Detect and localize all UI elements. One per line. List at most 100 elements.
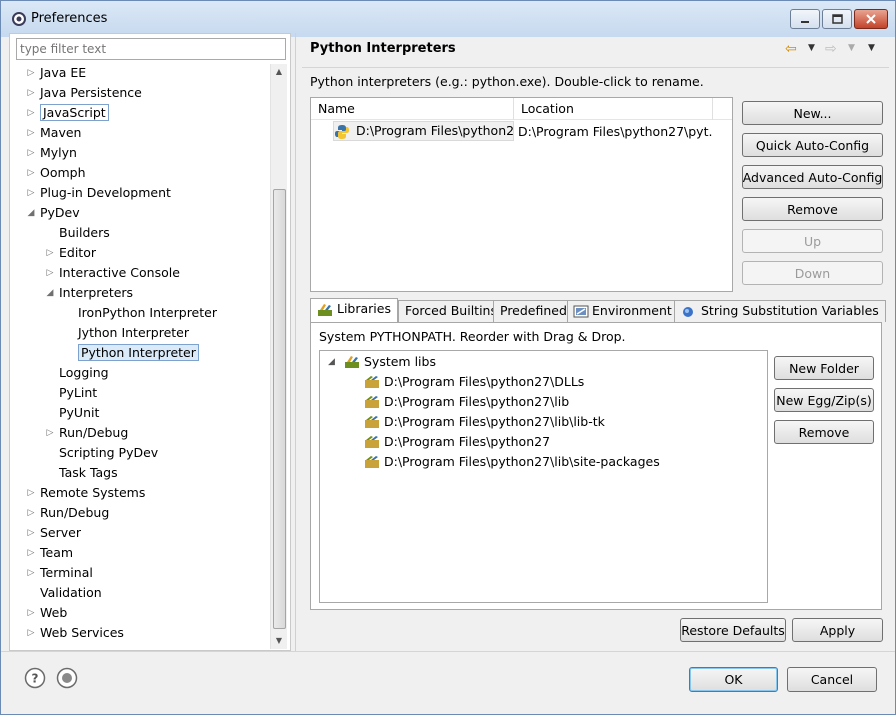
column-name[interactable]: Name <box>311 98 514 120</box>
tree-item[interactable]: ▷ Interactive Console <box>47 263 180 283</box>
tree-item[interactable]: ▷ Java Persistence <box>28 83 142 103</box>
forward-arrow-icon[interactable]: ⇨ <box>825 41 837 57</box>
ok-button[interactable]: OK <box>689 667 778 692</box>
collapsed-arrow-icon[interactable]: ▷ <box>44 423 56 443</box>
tree-item-label: Scripting PyDev <box>59 445 159 460</box>
tree-item[interactable]: PyLint <box>59 383 97 403</box>
collapsed-arrow-icon[interactable]: ▷ <box>25 503 37 523</box>
collapsed-arrow-icon[interactable]: ▷ <box>25 483 37 503</box>
tree-item-label: Editor <box>59 245 96 260</box>
back-dropdown-icon[interactable]: ▼ <box>808 43 815 53</box>
tab-predefined[interactable]: Predefined <box>493 300 574 322</box>
close-button[interactable] <box>854 9 888 29</box>
collapsed-arrow-icon[interactable]: ▷ <box>25 563 37 583</box>
tree-item[interactable]: ▷ Editor <box>47 243 96 263</box>
tree-item[interactable]: ▷ Web <box>28 603 68 623</box>
tab-libraries[interactable]: Libraries <box>310 298 398 323</box>
tree-item[interactable]: ▷ Mylyn <box>28 143 77 163</box>
up-button[interactable]: Up <box>742 229 883 253</box>
tree-item[interactable]: ▷ Server <box>28 523 81 543</box>
tree-item[interactable]: Logging <box>59 363 109 383</box>
new-folder-button[interactable]: New Folder <box>774 356 874 380</box>
back-arrow-icon[interactable]: ⇦ <box>785 41 797 57</box>
tab-forced-builtins[interactable]: Forced Builtins <box>398 300 504 322</box>
cancel-button[interactable]: Cancel <box>787 667 877 692</box>
remove-interpreter-button[interactable]: Remove <box>742 197 883 221</box>
collapsed-arrow-icon[interactable]: ▷ <box>44 263 56 283</box>
tree-item[interactable]: ▷ Plug-in Development <box>28 183 171 203</box>
collapsed-arrow-icon[interactable]: ▷ <box>25 163 37 183</box>
tree-item[interactable]: Builders <box>59 223 110 243</box>
collapsed-arrow-icon[interactable]: ▷ <box>25 63 37 83</box>
tree-item[interactable]: ▷ JavaScript <box>28 103 109 123</box>
collapsed-arrow-icon[interactable]: ▷ <box>25 183 37 203</box>
new-egg-zip-button[interactable]: New Egg/Zip(s) <box>774 388 874 412</box>
down-button[interactable]: Down <box>742 261 883 285</box>
tree-item[interactable]: Jython Interpreter <box>78 323 189 343</box>
new-interpreter-button[interactable]: New... <box>742 101 883 125</box>
collapsed-arrow-icon[interactable]: ▷ <box>44 243 56 263</box>
tree-item[interactable]: Python Interpreter <box>78 343 199 363</box>
maximize-button[interactable] <box>822 9 852 29</box>
python-icon <box>334 124 350 140</box>
tree-item[interactable]: Scripting PyDev <box>59 443 158 463</box>
tree-item[interactable]: ▷ Terminal <box>28 563 93 583</box>
table-header: Name Location <box>311 98 732 120</box>
collapsed-arrow-icon[interactable]: ▷ <box>25 83 37 103</box>
collapsed-arrow-icon[interactable]: ▷ <box>25 143 37 163</box>
tab-string-substitution[interactable]: String Substitution Variables <box>674 300 886 322</box>
column-location[interactable]: Location <box>514 98 713 120</box>
tree-item-label: Builders <box>59 225 110 240</box>
window-title: Preferences <box>31 11 108 26</box>
tree-item[interactable]: ▷ Team <box>28 543 74 563</box>
tree-scrollbar[interactable]: ▲ ▼ <box>270 64 287 649</box>
forward-dropdown-icon[interactable]: ▼ <box>848 43 855 53</box>
tree-item[interactable]: Validation <box>40 583 102 603</box>
expanded-arrow-icon[interactable]: ◢ <box>25 203 37 223</box>
collapsed-arrow-icon[interactable]: ▷ <box>25 123 37 143</box>
scroll-thumb[interactable] <box>273 189 286 629</box>
tree-item[interactable]: ◢ PyDev <box>28 203 80 223</box>
restore-defaults-button[interactable]: Restore Defaults <box>680 618 786 642</box>
apply-button[interactable]: Apply <box>792 618 883 642</box>
tab-environment[interactable]: Environment <box>567 300 679 322</box>
collapsed-arrow-icon[interactable]: ▷ <box>25 603 37 623</box>
expanded-arrow-icon[interactable]: ◢ <box>44 283 56 303</box>
tree-item[interactable]: ▷ Java EE <box>28 63 87 83</box>
collapsed-arrow-icon[interactable]: ▷ <box>25 543 37 563</box>
quick-auto-config-button[interactable]: Quick Auto-Config <box>742 133 883 157</box>
tree-item[interactable]: ▷ Maven <box>28 123 82 143</box>
minimize-button[interactable] <box>790 9 820 29</box>
library-path: D:\Program Files\python27\lib\lib-tk <box>384 414 605 429</box>
collapsed-arrow-icon[interactable]: ▷ <box>25 523 37 543</box>
tree-item[interactable]: ▷ Web Services <box>28 623 124 643</box>
table-row[interactable]: D:\Program Files\python27 <box>333 121 514 141</box>
expanded-arrow-icon[interactable]: ◢ <box>328 352 335 372</box>
tree-item[interactable]: ▷ Run/Debug <box>28 503 110 523</box>
tree-item[interactable]: PyUnit <box>59 403 99 423</box>
scroll-up-icon[interactable]: ▲ <box>271 64 287 80</box>
tree-item[interactable]: IronPython Interpreter <box>78 303 217 323</box>
collapsed-arrow-icon[interactable]: ▷ <box>25 103 37 123</box>
view-menu-icon[interactable]: ▼ <box>868 43 875 53</box>
collapsed-arrow-icon[interactable]: ▷ <box>25 623 37 643</box>
help-icon[interactable]: ? <box>24 667 46 689</box>
remove-library-button[interactable]: Remove <box>774 420 874 444</box>
minimize-icon <box>801 21 809 23</box>
tree-item[interactable]: ◢ Interpreters <box>47 283 134 303</box>
advanced-auto-config-button[interactable]: Advanced Auto-Config <box>742 165 883 189</box>
pane-divider[interactable] <box>295 33 299 651</box>
filter-input[interactable] <box>16 38 286 60</box>
tree-item-label: Logging <box>59 365 109 380</box>
library-folder-icon <box>364 455 380 469</box>
system-libs-tree[interactable]: ◢ System libs D:\Program Files\python27\… <box>319 350 768 603</box>
import-prefs-icon[interactable] <box>56 667 78 689</box>
interpreters-table[interactable]: Name Location D:\Program Files\python27 … <box>310 97 733 292</box>
tree-item[interactable]: ▷ Oomph <box>28 163 86 183</box>
tree-item[interactable]: ▷ Run/Debug <box>47 423 129 443</box>
tree-item[interactable]: Task Tags <box>59 463 118 483</box>
tree-item[interactable]: ▷ Remote Systems <box>28 483 146 503</box>
bottom-separator <box>1 651 895 652</box>
tree-item-label: Run/Debug <box>40 505 110 520</box>
scroll-down-icon[interactable]: ▼ <box>271 633 287 649</box>
